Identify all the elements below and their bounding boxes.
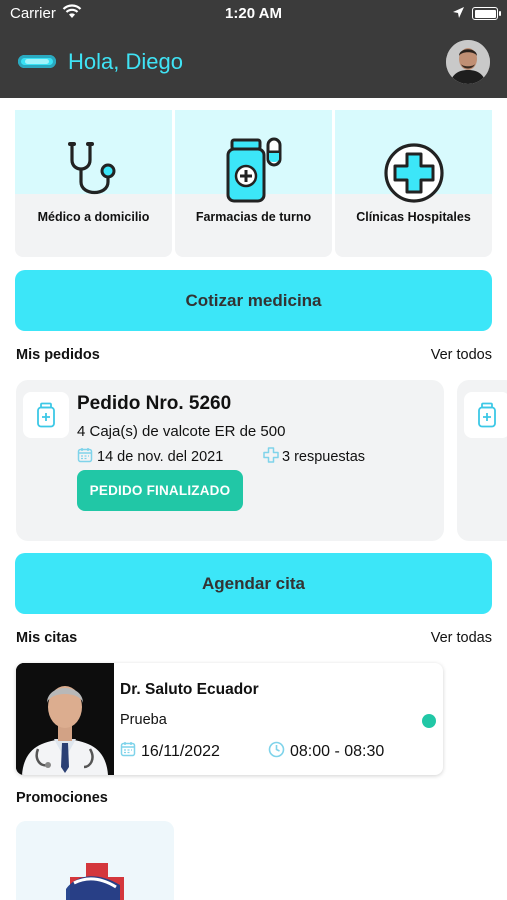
promotions-section-title: Promociones: [16, 790, 108, 806]
status-dot-icon: [422, 714, 436, 728]
orders-see-all-link[interactable]: Ver todos: [431, 347, 492, 363]
appointment-card[interactable]: Dr. Saluto Ecuador Prueba 16/11/2022 08:…: [16, 663, 443, 775]
order-status-button[interactable]: PEDIDO FINALIZADO: [77, 470, 243, 511]
app-logo-icon: [18, 55, 56, 68]
stethoscope-icon: [64, 140, 124, 210]
order-date: 14 de nov. del 2021: [77, 447, 223, 467]
quote-medicine-button[interactable]: Cotizar medicina: [15, 270, 492, 331]
appointments-section-title: Mis citas: [16, 630, 78, 646]
category-label: Clínicas Hospitales: [356, 210, 471, 224]
category-label: Farmacias de turno: [195, 210, 312, 224]
appointment-date-text: 16/11/2022: [141, 742, 220, 760]
pharmacy-bottle-icon: [224, 136, 284, 206]
vial-icon: [464, 392, 507, 438]
appointment-time-text: 08:00 - 08:30: [290, 743, 385, 760]
category-grid: Médico a domicilio Farmacias de turno Cl…: [15, 110, 492, 257]
next-order-card[interactable]: [457, 380, 507, 541]
app-header: Carrier 1:20 AM Hola, Diego: [0, 0, 507, 98]
promotion-logo-icon: [16, 821, 174, 900]
vial-icon: [23, 392, 69, 438]
status-bar: Carrier 1:20 AM: [0, 0, 507, 28]
schedule-appointment-button[interactable]: Agendar cita: [15, 553, 492, 614]
order-responses: 3 respuestas: [263, 447, 365, 467]
greeting-title: Hola, Diego: [68, 49, 183, 74]
clock-icon: [268, 741, 285, 763]
order-date-text: 14 de nov. del 2021: [97, 449, 224, 465]
orders-section-title: Mis pedidos: [16, 347, 100, 363]
appointment-date: 16/11/2022: [120, 741, 220, 762]
medical-cross-icon: [383, 142, 445, 212]
appointment-note: Prueba: [120, 712, 167, 728]
battery-icon: [472, 7, 501, 20]
promotion-card[interactable]: [16, 821, 174, 900]
order-description: 4 Caja(s) de valcote ER de 500: [77, 423, 286, 440]
doctor-photo: [16, 663, 114, 775]
order-title: Pedido Nro. 5260: [77, 393, 232, 414]
cross-outline-icon: [263, 447, 279, 467]
category-label: Médico a domicilio: [37, 210, 150, 224]
doctor-name: Dr. Saluto Ecuador: [120, 681, 259, 698]
category-card-pharmacies[interactable]: Farmacias de turno: [175, 110, 332, 257]
calendar-icon: [120, 741, 136, 762]
user-avatar[interactable]: [446, 40, 490, 84]
clock: 1:20 AM: [225, 5, 282, 22]
category-card-clinics[interactable]: Clínicas Hospitales: [335, 110, 492, 257]
category-card-home-doctor[interactable]: Médico a domicilio: [15, 110, 172, 257]
appointment-time: 08:00 - 08:30: [268, 741, 384, 763]
order-card[interactable]: Pedido Nro. 5260 4 Caja(s) de valcote ER…: [16, 380, 444, 541]
calendar-icon: [77, 447, 93, 467]
appointments-see-all-link[interactable]: Ver todas: [431, 630, 492, 646]
order-responses-text: 3 respuestas: [282, 449, 366, 465]
location-arrow-icon: [452, 6, 465, 23]
